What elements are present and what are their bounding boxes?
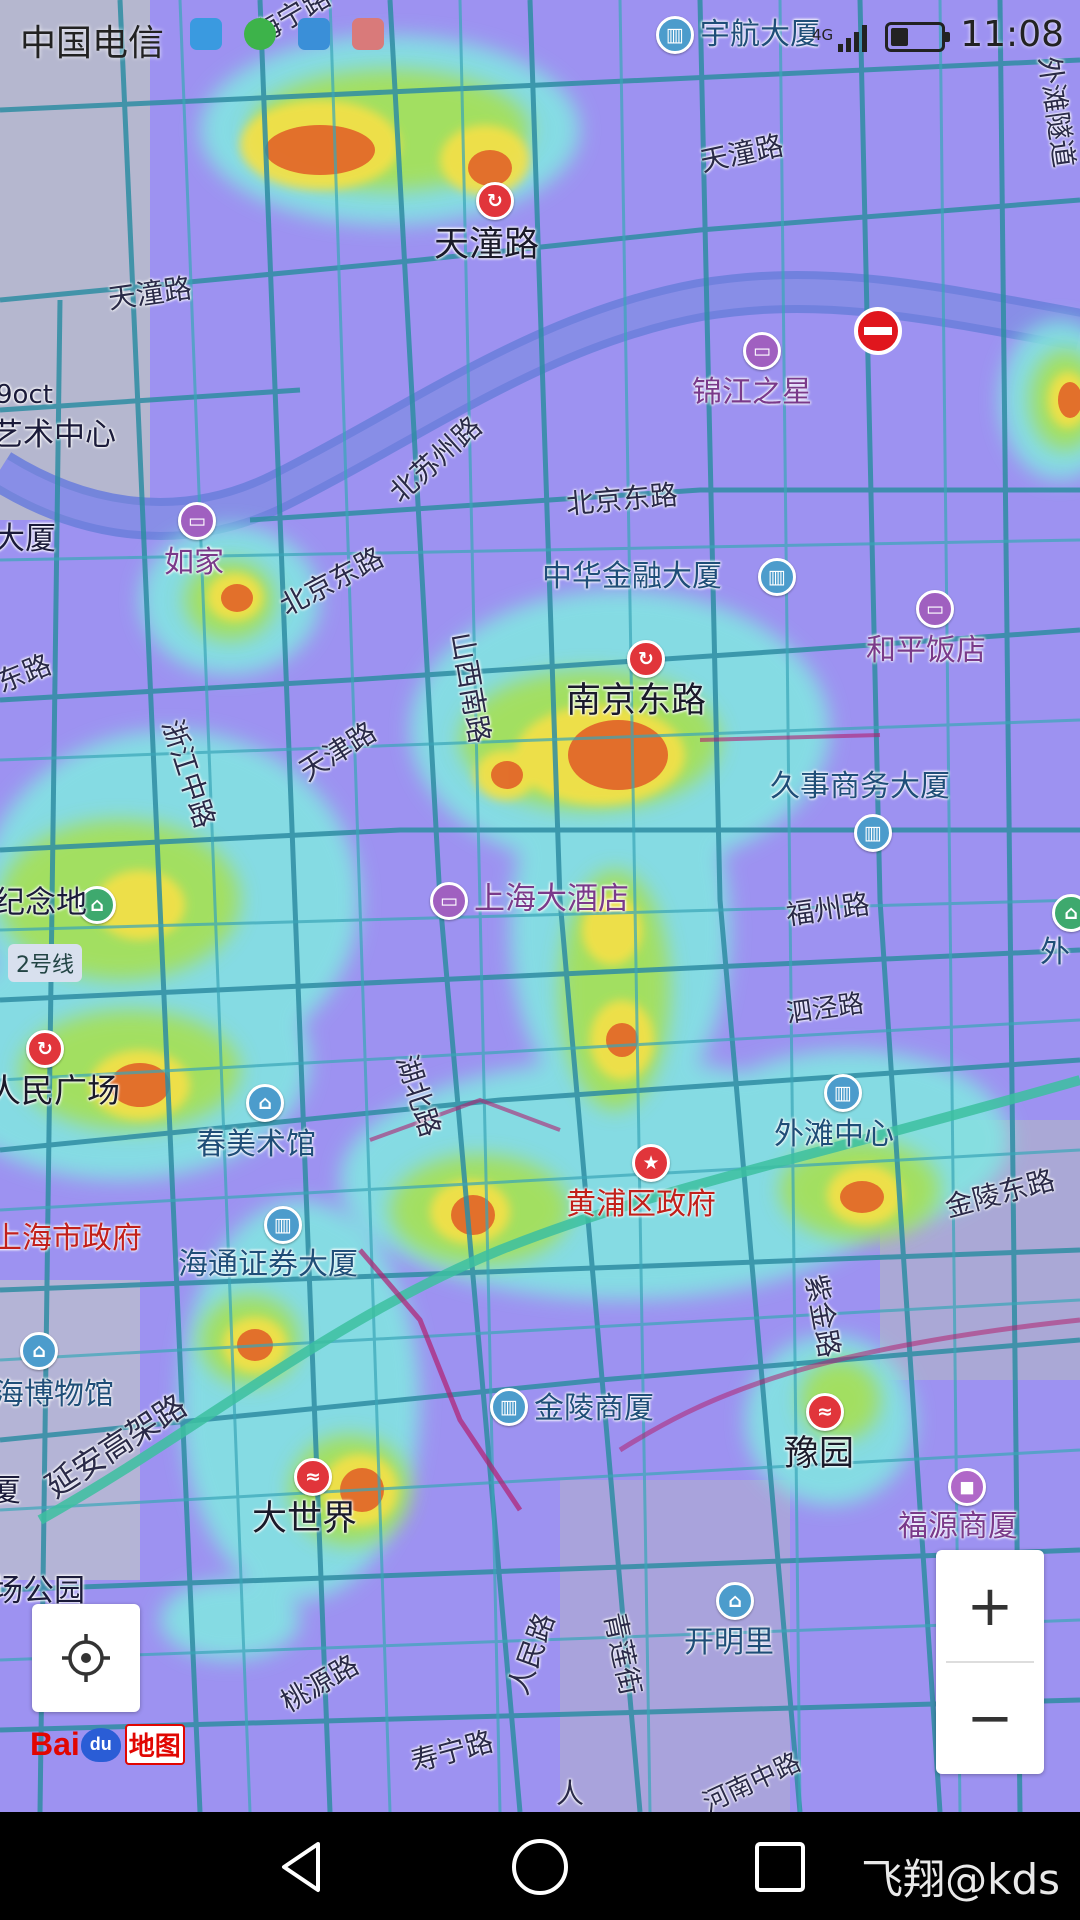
tool-app-icon [352, 18, 384, 50]
label-fuyuan-mall[interactable]: 福源商厦 [898, 1512, 1018, 1542]
hotel-icon[interactable]: ▭ [916, 590, 954, 628]
logo-map: 地图 [124, 1724, 185, 1765]
museum-icon[interactable]: ⌂ [246, 1084, 284, 1122]
label-kaimingli[interactable]: 开明里 [684, 1628, 774, 1658]
label-nanjing-east-road[interactable]: 南京东路 [566, 684, 706, 719]
status-bar: 中国电信 4G 11:08 [0, 0, 1080, 72]
crosshair-icon [62, 1634, 110, 1682]
building-icon[interactable]: ▥ [264, 1206, 302, 1244]
label-art-center[interactable]: 艺术中心 [0, 420, 116, 451]
navigation-bar: 飞翔@kds [0, 1812, 1080, 1920]
label-waitan-center[interactable]: 外滩中心 [774, 1120, 894, 1150]
recents-icon[interactable] [745, 1832, 815, 1902]
hotel-icon[interactable]: ▭ [178, 502, 216, 540]
label-haitong-building[interactable]: 海通证券大厦 [178, 1250, 358, 1280]
label-heping-hotel[interactable]: 和平饭店 [866, 636, 986, 666]
building-icon[interactable]: ▥ [490, 1388, 528, 1426]
label-chunmei-gallery[interactable]: 春美术馆 [196, 1130, 316, 1160]
signal-icon [838, 25, 867, 52]
hotel-icon[interactable]: ▭ [743, 332, 781, 370]
zoom-out-button[interactable]: − [936, 1662, 1044, 1774]
logo-du: du [80, 1727, 121, 1762]
label-jinjiang-star[interactable]: 锦江之星 [692, 378, 812, 408]
metro-icon[interactable]: ↻ [476, 182, 514, 220]
battery-icon [885, 22, 950, 52]
metro-line-badge: 2号线 [8, 944, 82, 982]
building-icon[interactable]: ▥ [758, 558, 796, 596]
label-jinling-mall[interactable]: 金陵商厦 [534, 1394, 654, 1424]
label-huangpu-government[interactable]: 黄浦区政府 [566, 1190, 716, 1220]
building-icon[interactable]: ▥ [824, 1074, 862, 1112]
government-icon[interactable]: ★ [632, 1144, 670, 1182]
shopping-icon[interactable]: ◼ [948, 1468, 986, 1506]
baidu-map-logo: Bai du 地图 [30, 1724, 185, 1765]
label-wai[interactable]: 外 [1040, 938, 1070, 968]
map-view[interactable]: 天潼路 南京东路 大世界 豫园 ↻ ↻ ↻ ≈ ≈ ▭ 锦江之星 ▭ 如家 ▭ … [0, 0, 1080, 1812]
museum-icon[interactable]: ⌂ [20, 1332, 58, 1370]
metro-icon[interactable]: ↻ [627, 640, 665, 678]
home-icon[interactable] [505, 1832, 575, 1902]
location-app-icon [190, 18, 222, 50]
carrier-name: 中国电信 [20, 23, 165, 64]
label-shanghai-government[interactable]: 上海市政府 [0, 1224, 142, 1254]
clock: 11:08 [960, 14, 1064, 55]
metro-icon[interactable]: ≈ [294, 1458, 332, 1496]
metro-icon[interactable]: ↻ [26, 1030, 64, 1068]
label-park[interactable]: 场公园 [0, 1576, 85, 1607]
metro-icon[interactable]: ≈ [806, 1393, 844, 1431]
locate-button[interactable] [32, 1604, 140, 1712]
label-oct[interactable]: 9oct [0, 382, 53, 408]
label-tiantong[interactable]: 天潼路 [434, 228, 539, 263]
label-xia[interactable]: 厦 [0, 1476, 21, 1507]
zoom-control: + − [936, 1550, 1044, 1774]
label-museum[interactable]: 海博物馆 [0, 1380, 114, 1410]
label-jiushi-building[interactable]: 久事商务大厦 [770, 772, 950, 802]
label-dashijie[interactable]: 大世界 [252, 1502, 357, 1537]
label-memorial[interactable]: 纪念地 [0, 888, 87, 919]
label-dasha-left[interactable]: 大厦 [0, 524, 56, 555]
label-shanghai-hotel[interactable]: 上海大酒店 [474, 884, 629, 915]
watermark: 飞翔@kds [861, 1855, 1060, 1904]
exu-app-icon [298, 18, 330, 50]
browser-app-icon [244, 18, 276, 50]
zoom-in-button[interactable]: + [936, 1550, 1044, 1662]
building-icon[interactable]: ⌂ [716, 1582, 754, 1620]
hotel-icon[interactable]: ▭ [430, 882, 468, 920]
road-label: 人 [556, 1777, 585, 1810]
building-icon[interactable]: ▥ [854, 814, 892, 852]
label-zhonghua-finance[interactable]: 中华金融大厦 [542, 562, 722, 592]
back-icon[interactable] [268, 1832, 338, 1902]
network-type: 4G [812, 26, 834, 44]
label-rujia[interactable]: 如家 [164, 548, 224, 578]
label-yuyuan[interactable]: 豫园 [784, 1437, 854, 1472]
logo-bai: Bai [30, 1726, 80, 1762]
label-peoples-square[interactable]: 人民广场 [0, 1074, 120, 1107]
